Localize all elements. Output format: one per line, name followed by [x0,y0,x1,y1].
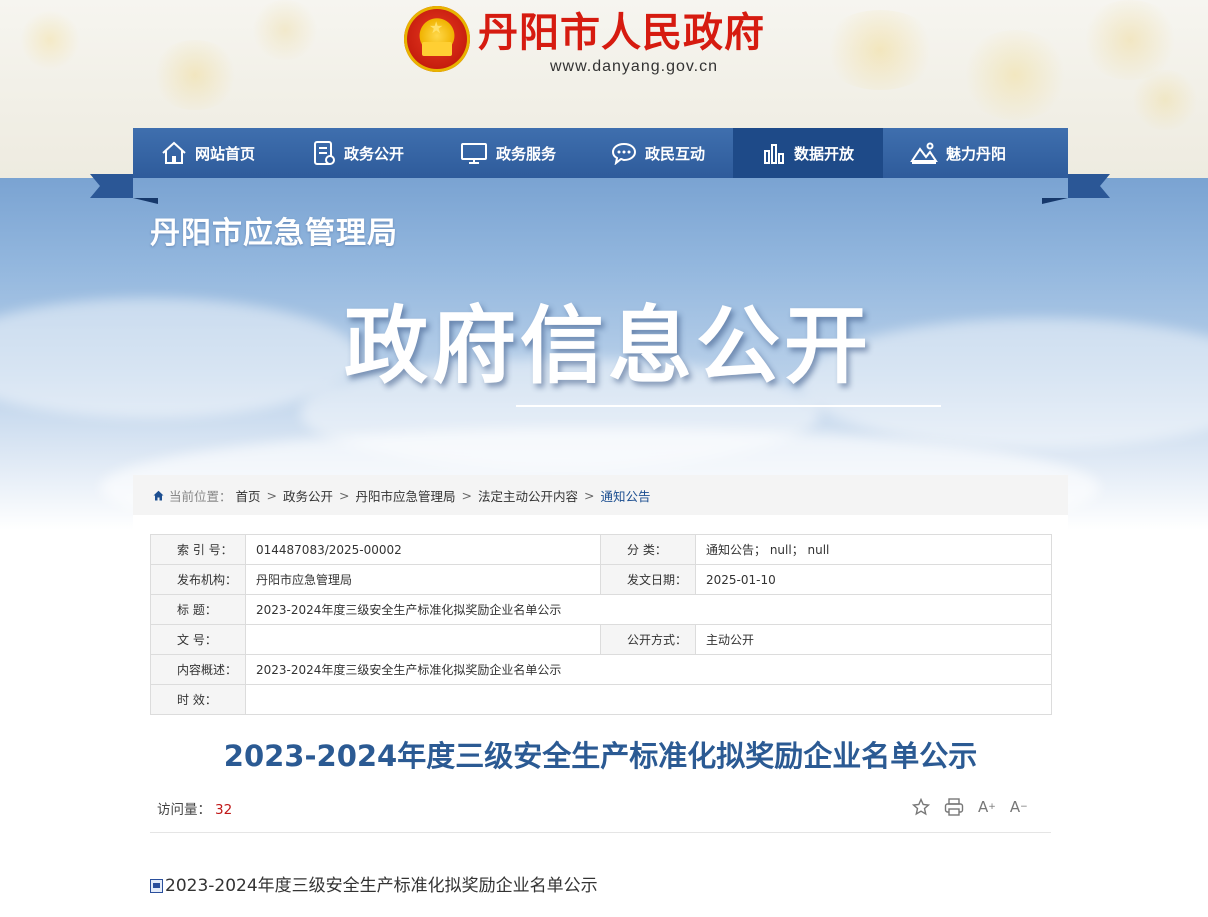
breadcrumb-label: 当前位置： [169,488,232,504]
nav-item-interaction[interactable]: 政民互动 [583,128,733,178]
breadcrumb-bureau[interactable]: 丹阳市应急管理局 [356,486,456,505]
table-row: 时 效： [150,684,1052,715]
attachment-link[interactable]: 2023-2024年度三级安全生产标准化拟奖励企业名单公示 [150,871,598,896]
home-icon [153,490,164,500]
breadcrumb-separator: > [266,487,278,503]
visit-count-label: 访问量： [157,802,211,818]
breadcrumb-current[interactable]: 通知公告 [601,486,651,505]
article-title: 2023-2024年度三级安全生产标准化拟奖励企业名单公示 [223,739,978,773]
info-metadata-table: 索 引 号： 014487083/2025-00002 分 类： 通知公告； n… [150,534,1052,715]
breadcrumb-home[interactable]: 首页 [236,486,261,505]
mode-label: 公开方式： [600,624,696,655]
national-emblem-icon: ★ [404,6,470,72]
nav-label: 政民互动 [644,144,705,163]
chat-bubble-icon [611,142,636,165]
breadcrumb-gov-affairs[interactable]: 政务公开 [283,486,333,505]
home-icon [162,141,186,164]
document-icon [313,141,335,165]
site-url: www.danyang.gov.cn [550,58,719,75]
divider [150,832,1051,833]
index-value: 014487083/2025-00002 [245,534,601,565]
nav-label: 魅力丹阳 [945,144,1006,163]
favorite-button[interactable] [912,798,930,816]
nav-item-charm-danyang[interactable]: 魅力丹阳 [883,128,1033,178]
table-row: 内容概述： 2023-2024年度三级安全生产标准化拟奖励企业名单公示 [150,654,1052,685]
nav-item-home[interactable]: 网站首页 [133,128,283,178]
print-button[interactable] [944,798,964,816]
date-label: 发文日期： [600,564,696,595]
table-row: 索 引 号： 014487083/2025-00002 分 类： 通知公告； n… [150,534,1052,565]
nav-label: 政务公开 [343,144,404,163]
banner-title-underline [516,405,941,407]
nav-label: 政务服务 [495,144,556,163]
docno-value [245,624,601,655]
summary-label: 内容概述： [150,654,246,685]
breadcrumb: 当前位置： 首页 > 政务公开 > 丹阳市应急管理局 > 法定主动公开内容 > … [133,475,1068,515]
table-row: 发布机构： 丹阳市应急管理局 发文日期： 2025-01-10 [150,564,1052,595]
word-document-icon [150,878,163,893]
monitor-icon [460,143,487,164]
bureau-name: 丹阳市应急管理局 [150,216,398,251]
site-logo[interactable]: ★ 丹阳市人民政府 www.danyang.gov.cn [404,6,824,78]
title-value: 2023-2024年度三级安全生产标准化拟奖励企业名单公示 [245,594,1052,625]
nav-label: 数据开放 [793,144,854,163]
minus-icon: − [1020,802,1028,812]
main-nav: 网站首页 政务公开 政务服务 政民互动 数据开放 魅力丹阳 [133,128,1068,178]
title-label: 标 题： [150,594,246,625]
font-decrease-button[interactable]: A − [1010,798,1028,816]
star-icon [912,798,930,816]
font-increase-button[interactable]: A + [978,798,996,816]
printer-icon [944,798,964,816]
docno-label: 文 号： [150,624,246,655]
visit-count-value: 32 [215,802,233,818]
nav-label: 网站首页 [194,144,255,163]
table-row: 文 号： 公开方式： 主动公开 [150,624,1052,655]
font-increase-label: A [978,798,989,816]
banner-title: 政府信息公开 [344,297,873,395]
bar-chart-icon [763,144,784,164]
attachment-label: 2023-2024年度三级安全生产标准化拟奖励企业名单公示 [165,876,598,896]
plus-icon: + [988,802,996,812]
mode-value: 主动公开 [695,624,1052,655]
nav-item-open-data[interactable]: 数据开放 [733,128,883,178]
article-toolbar: A + A − [912,798,1028,816]
breadcrumb-separator: > [339,487,350,503]
nav-item-gov-services[interactable]: 政务服务 [433,128,583,178]
visit-count: 访问量： 32 [157,798,232,818]
publisher-label: 发布机构： [150,564,246,595]
landscape-icon [910,142,938,164]
validity-value [245,684,1052,715]
font-decrease-label: A [1009,798,1021,816]
publisher-value: 丹阳市应急管理局 [245,564,601,595]
nav-item-gov-affairs[interactable]: 政务公开 [283,128,433,178]
breadcrumb-separator: > [461,487,473,503]
index-label: 索 引 号： [150,534,246,565]
breadcrumb-statutory-content[interactable]: 法定主动公开内容 [478,486,578,505]
validity-label: 时 效： [150,684,246,715]
date-value: 2025-01-10 [695,564,1052,595]
category-label: 分 类： [600,534,696,565]
summary-value: 2023-2024年度三级安全生产标准化拟奖励企业名单公示 [245,654,1052,685]
category-value: 通知公告； null； null [695,534,1052,565]
table-row: 标 题： 2023-2024年度三级安全生产标准化拟奖励企业名单公示 [150,594,1052,625]
breadcrumb-separator: > [584,487,595,503]
site-title: 丹阳市人民政府 [478,9,765,56]
